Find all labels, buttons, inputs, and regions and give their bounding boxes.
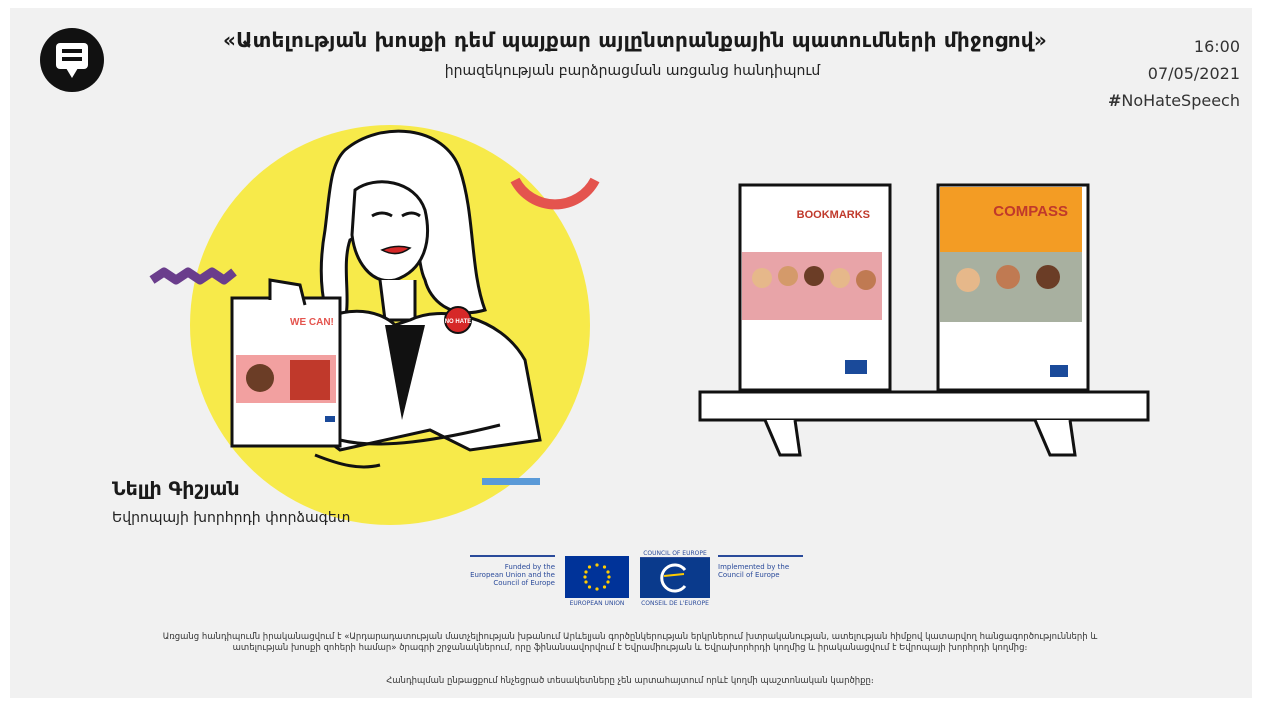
views-disclaimer: Հանդիպման ընթացքում հնչեցրած տեսակետները… — [386, 676, 874, 686]
badge-label: NO HATE — [445, 319, 472, 325]
page-subtitle: իրազեկության բարձրացման առցանց հանդիպում — [444, 63, 821, 79]
funded-by-text: Funded by the European Union and the Cou… — [470, 555, 555, 587]
shelf-board — [698, 390, 1150, 422]
we-can-book: WE CAN! — [230, 296, 342, 448]
speaker-role: Եվրոպայի խորհրդի փորձագետ — [112, 510, 351, 526]
page-title: «Ատելության խոսքի դեմ պայքար այլընտրանքա… — [223, 28, 1047, 52]
bookmarks-book: BOOKMARKS — [738, 183, 892, 392]
speaker-name: Նելլի Գիշյան — [112, 478, 240, 500]
event-meta: 16:00 07/05/2021 #NoHateSpeech — [1108, 33, 1240, 114]
eu-flag-icon — [565, 556, 629, 598]
coe-top-label: COUNCIL OF EUROPE — [640, 550, 710, 558]
hashtag-text: NoHateSpeech — [1121, 91, 1240, 110]
speaker-illustration: NO HATE WE CAN! — [149, 125, 600, 525]
event-time: 16:00 — [1193, 37, 1240, 56]
council-of-europe-icon — [640, 558, 710, 598]
implemented-by-text: Implemented by the Council of Europe — [718, 555, 803, 579]
blue-bar-decoration — [482, 478, 540, 485]
event-date: 07/05/2021 — [1147, 64, 1240, 83]
we-can-title: WE CAN! — [290, 317, 334, 328]
bookshelf-illustration: BOOKMARKS COMPASS — [698, 183, 1150, 457]
shelf-bracket-left — [763, 419, 802, 457]
compass-title: COMPASS — [993, 203, 1068, 220]
eu-label: EUROPEAN UNION — [569, 600, 625, 607]
coe-label: CONSEIL DE L'EUROPE — [641, 600, 709, 607]
shelf-bracket-right — [1033, 419, 1077, 457]
zigzag-decoration — [149, 267, 237, 285]
chat-logo-icon — [40, 28, 104, 92]
bookmarks-title: BOOKMARKS — [797, 209, 870, 221]
hashtag: #NoHateSpeech — [1108, 87, 1240, 114]
funding-disclaimer: Առցանց հանդիպումն իրականացվում է «Արդարա… — [162, 632, 1098, 653]
hashtag-symbol: # — [1107, 91, 1122, 110]
compass-book: COMPASS — [936, 183, 1090, 392]
